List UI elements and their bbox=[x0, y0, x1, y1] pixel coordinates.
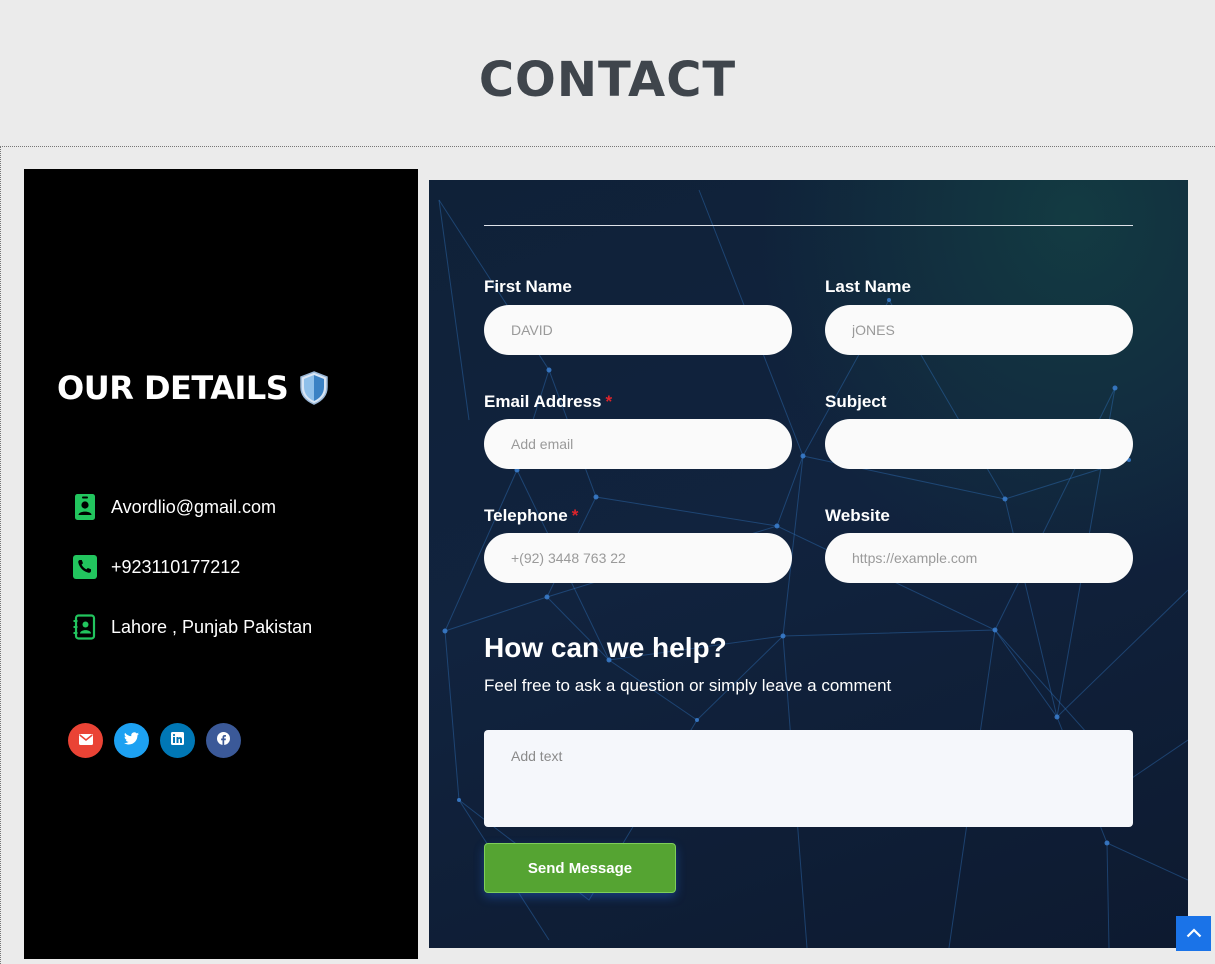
required-marker: * bbox=[571, 506, 579, 525]
first-name-label: First Name bbox=[484, 277, 572, 296]
chevron-up-icon bbox=[1186, 925, 1202, 943]
address-book-icon bbox=[73, 614, 97, 640]
linkedin-icon bbox=[171, 731, 184, 750]
telephone-input[interactable] bbox=[484, 533, 792, 583]
contact-address-row: Lahore , Punjab Pakistan bbox=[73, 614, 312, 640]
send-message-button[interactable]: Send Message bbox=[484, 843, 676, 893]
required-marker: * bbox=[605, 392, 613, 411]
envelope-icon bbox=[78, 732, 93, 750]
first-name-input[interactable] bbox=[484, 305, 792, 355]
last-name-input[interactable] bbox=[825, 305, 1133, 355]
details-title: OUR DETAILS bbox=[57, 369, 289, 407]
message-textarea[interactable] bbox=[484, 730, 1133, 827]
twitter-icon bbox=[124, 731, 139, 750]
facebook-icon bbox=[217, 731, 230, 750]
scroll-to-top-button[interactable] bbox=[1176, 916, 1211, 951]
telephone-label: Telephone * bbox=[484, 506, 579, 525]
last-name-label: Last Name bbox=[825, 277, 911, 296]
contact-email[interactable]: Avordlio@gmail.com bbox=[111, 497, 276, 518]
website-input[interactable] bbox=[825, 533, 1133, 583]
email-label: Email Address * bbox=[484, 392, 613, 411]
shield-icon bbox=[298, 370, 330, 406]
email-input[interactable] bbox=[484, 419, 792, 469]
facebook-social-button[interactable] bbox=[206, 723, 241, 758]
id-badge-icon bbox=[73, 494, 97, 520]
contact-phone[interactable]: +923110177212 bbox=[111, 557, 240, 578]
website-label: Website bbox=[825, 506, 890, 525]
contact-email-row: Avordlio@gmail.com bbox=[73, 494, 276, 520]
contact-form-panel: First Name Last Name Email Address* Subj… bbox=[429, 180, 1188, 948]
twitter-social-button[interactable] bbox=[114, 723, 149, 758]
phone-icon bbox=[73, 554, 97, 580]
help-subtitle: Feel free to ask a question or simply le… bbox=[484, 676, 892, 695]
page-title: CONTACT bbox=[478, 52, 737, 108]
form-divider bbox=[484, 225, 1133, 226]
contact-phone-row: +923110177212 bbox=[73, 554, 240, 580]
help-heading: How can we help? bbox=[484, 632, 727, 663]
details-heading: OUR DETAILS bbox=[57, 369, 330, 407]
social-links bbox=[68, 723, 241, 758]
linkedin-social-button[interactable] bbox=[160, 723, 195, 758]
contact-address: Lahore , Punjab Pakistan bbox=[111, 616, 313, 637]
email-social-button[interactable] bbox=[68, 723, 103, 758]
subject-label: Subject bbox=[825, 392, 887, 411]
subject-input[interactable] bbox=[825, 419, 1133, 469]
details-panel: OUR DETAILS Avordlio@gmail.com +92311017… bbox=[24, 169, 418, 959]
